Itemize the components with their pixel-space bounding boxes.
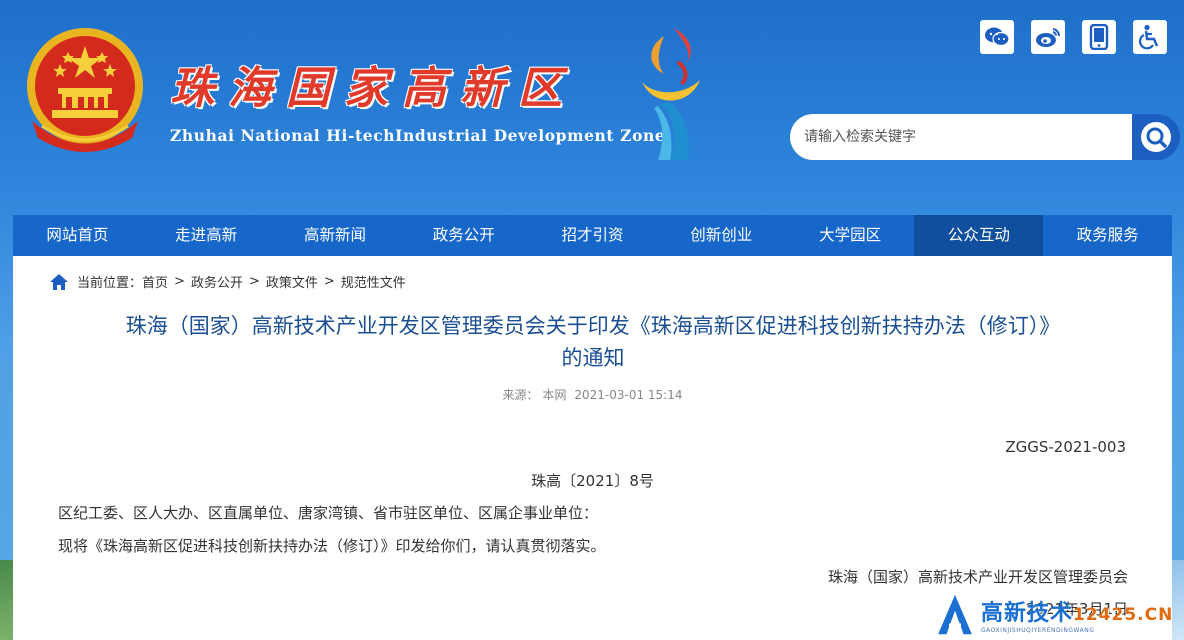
watermark: 高新技术12425.CN GAOXINJISHUQIYERENDINGWANG xyxy=(935,590,1180,638)
breadcrumb-prefix: 当前位置： xyxy=(77,276,143,291)
publish-datetime: 2021-03-01 15:14 xyxy=(574,388,683,402)
search-bar xyxy=(790,114,1180,160)
national-emblem-icon xyxy=(27,28,143,152)
nav-item-public-interaction[interactable]: 公众互动 xyxy=(914,215,1044,256)
breadcrumb-separator: > xyxy=(248,274,260,289)
breadcrumb-item-policy-documents[interactable]: 政策文件 xyxy=(266,272,318,291)
mobile-icon xyxy=(1089,24,1109,50)
wechat-button[interactable] xyxy=(980,20,1014,54)
signature: 珠海（国家）高新技术产业开发区管理委员会 xyxy=(827,568,1128,586)
main-navigation: 网站首页 走进高新 高新新闻 政务公开 招才引资 创新创业 大学园区 公众互动 … xyxy=(13,215,1172,256)
article-title-line2: 的通知 xyxy=(561,346,625,370)
source-label: 来源： xyxy=(502,388,539,402)
accessibility-button[interactable] xyxy=(1133,20,1167,54)
search-input[interactable] xyxy=(790,114,1134,160)
nav-item-government-services[interactable]: 政务服务 xyxy=(1043,215,1172,256)
watermark-main-text: 高新技术 xyxy=(981,600,1074,626)
nav-item-news[interactable]: 高新新闻 xyxy=(271,215,400,256)
watermark-logo-icon xyxy=(935,591,975,636)
weibo-button[interactable] xyxy=(1031,20,1065,54)
breadcrumb-item-government-affairs[interactable]: 政务公开 xyxy=(191,272,243,291)
background-landscape-left xyxy=(0,560,14,640)
top-icon-bar xyxy=(980,20,1167,54)
weibo-icon xyxy=(1036,28,1061,47)
breadcrumb-separator: > xyxy=(174,274,185,289)
nav-item-government-affairs[interactable]: 政务公开 xyxy=(399,215,528,256)
site-header: 珠海国家高新区 Zhuhai National Hi-techIndustria… xyxy=(0,0,1184,215)
site-title-english: Zhuhai National Hi-techIndustrial Develo… xyxy=(170,126,666,145)
document-code: ZGGS-2021-003 xyxy=(1005,438,1126,456)
nav-item-home[interactable]: 网站首页 xyxy=(13,215,142,256)
body-paragraph: 现将《珠海高新区促进科技创新扶持办法（修订）》印发给你们，请认真贯彻落实。 xyxy=(58,537,606,555)
search-button[interactable] xyxy=(1132,114,1180,160)
recipients-paragraph: 区纪工委、区人大办、区直属单位、唐家湾镇、省市驻区单位、区属企事业单位： xyxy=(58,504,599,522)
article-title-line1: 珠海（国家）高新技术产业开发区管理委员会关于印发《珠海高新区促进科技创新扶持办法… xyxy=(125,314,1061,338)
article-meta: 来源： 本网 2021-03-01 15:14 xyxy=(13,386,1172,403)
watermark-domain: 12425.CN xyxy=(1073,604,1174,625)
breadcrumb-item-normative-documents[interactable]: 规范性文件 xyxy=(341,272,406,291)
nav-item-university-park[interactable]: 大学园区 xyxy=(786,215,915,256)
mobile-button[interactable] xyxy=(1082,20,1116,54)
article-title: 珠海（国家）高新技术产业开发区管理委员会关于印发《珠海高新区促进科技创新扶持办法… xyxy=(43,310,1143,374)
document-number: 珠高〔2021〕8号 xyxy=(531,472,654,490)
breadcrumb-separator: > xyxy=(323,274,335,289)
flame-logo-icon xyxy=(642,28,700,160)
site-title-chinese: 珠海国家高新区 xyxy=(170,63,576,114)
nav-item-about[interactable]: 走进高新 xyxy=(142,215,271,256)
nav-item-talent-investment[interactable]: 招才引资 xyxy=(528,215,657,256)
breadcrumb-item-home[interactable]: 首页 xyxy=(142,272,168,291)
source-value: 本网 xyxy=(542,388,567,402)
breadcrumb: 当前位置： 首页 > 政务公开 > 政策文件 > 规范性文件 xyxy=(49,272,406,291)
accessibility-icon xyxy=(1139,24,1159,50)
watermark-main: 高新技术12425.CN xyxy=(981,595,1173,627)
search-icon xyxy=(1141,122,1171,152)
nav-item-innovation[interactable]: 创新创业 xyxy=(657,215,786,256)
article-panel: 当前位置： 首页 > 政务公开 > 政策文件 > 规范性文件 珠海（国家）高新技… xyxy=(13,256,1172,640)
watermark-sub: GAOXINJISHUQIYERENDINGWANG xyxy=(981,626,1095,634)
wechat-icon xyxy=(985,27,1010,47)
home-icon xyxy=(50,273,68,290)
